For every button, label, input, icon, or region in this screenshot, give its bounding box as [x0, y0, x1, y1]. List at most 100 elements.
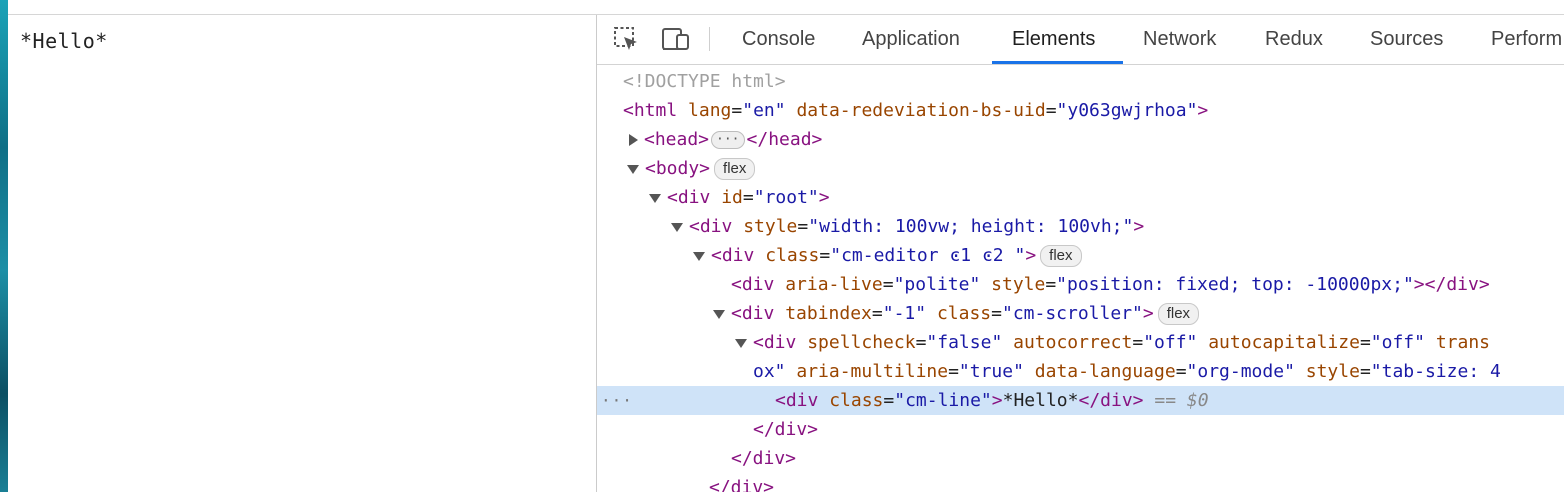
tree-row-style-div[interactable]: <div style="width: 100vw; height: 100vh;…	[597, 212, 1564, 241]
attr-autocapitalize: autocapitalize	[1208, 332, 1360, 353]
attr-aria-live: aria-live	[785, 274, 883, 295]
editor-text[interactable]: *Hello*	[20, 29, 108, 53]
attr-id: id	[721, 187, 743, 208]
attr-id-value: "root"	[753, 187, 819, 208]
attr-class-value: "cm-line"	[894, 390, 992, 411]
tag-close-bracket: >	[1142, 303, 1154, 324]
attr-style-value: "width: 100vw; height: 100vh;"	[808, 216, 1134, 237]
attr-uid-value: "y063gwjrhoa"	[1056, 100, 1198, 121]
attr-style-value: "tab-size: 4	[1370, 361, 1501, 382]
tree-row-close-div[interactable]: </div>	[597, 444, 1564, 473]
attr-data-language-value: "org-mode"	[1186, 361, 1295, 382]
desktop-background-strip	[0, 0, 8, 492]
tree-row-head[interactable]: <head> ··· </head>	[597, 125, 1564, 154]
tab-application[interactable]: Application	[862, 15, 960, 64]
tab-sources[interactable]: Sources	[1370, 15, 1443, 64]
tag-close-bracket: >	[991, 390, 1003, 411]
attr-data-language: data-language	[1034, 361, 1176, 382]
attr-aria-live-value: "polite"	[893, 274, 981, 295]
attr-role-value-tail: ox"	[753, 361, 786, 382]
div-open-tag: <div	[753, 332, 797, 353]
attr-class: class	[829, 390, 884, 411]
tree-row-html[interactable]: <html lang="en" data-redeviation-bs-uid=…	[597, 96, 1564, 125]
collapse-arrow-icon[interactable]	[735, 338, 747, 348]
attr-uid: data-redeviation-bs-uid	[796, 100, 1046, 121]
div-close-tag: </div>	[1424, 274, 1490, 295]
attr-autocapitalize-value: "off"	[1370, 332, 1425, 353]
tree-row-content-div-wrap[interactable]: ox" aria-multiline="true" data-language=…	[597, 357, 1564, 386]
node-actions-icon[interactable]: ···	[601, 386, 633, 415]
div-open-tag: <div	[667, 187, 711, 208]
devtools-tabbar: Console Application Elements Network Red…	[597, 15, 1564, 65]
tree-row-cm-line-selected[interactable]: ··· <div class="cm-line">*Hello*</div> =…	[597, 386, 1564, 415]
collapse-arrow-icon[interactable]	[693, 251, 705, 261]
tree-row-close-div[interactable]: </div>	[597, 415, 1564, 444]
tag-close-bracket: >	[1133, 216, 1145, 237]
attr-aria-multiline-value: "true"	[958, 361, 1024, 382]
tree-row-cm-editor[interactable]: <div class="cm-editor ͼ1 ͼ2 "> flex	[597, 241, 1564, 270]
tag-close-bracket: >	[1413, 274, 1425, 295]
tab-elements[interactable]: Elements	[1012, 15, 1095, 64]
device-toolbar-button[interactable]	[661, 25, 691, 53]
attr-lang-value: "en"	[742, 100, 786, 121]
tree-row-root[interactable]: <div id="root">	[597, 183, 1564, 212]
toolbar-divider	[709, 27, 710, 51]
selected-node-variable: $0	[1186, 390, 1209, 411]
tree-row-body[interactable]: <body> flex	[597, 154, 1564, 183]
attr-tabindex-value: "-1"	[882, 303, 927, 324]
body-tag: <body>	[645, 158, 711, 179]
tab-console[interactable]: Console	[742, 15, 815, 64]
attr-style: style	[743, 216, 798, 237]
collapsed-content-badge[interactable]: ···	[711, 131, 745, 149]
tag-close-bracket: >	[818, 187, 830, 208]
flex-badge[interactable]: flex	[1157, 303, 1200, 325]
collapse-arrow-icon[interactable]	[671, 222, 683, 232]
div-close-tag: </div>	[753, 419, 819, 440]
devtools-panel: Console Application Elements Network Red…	[596, 15, 1564, 492]
attr-aria-multiline: aria-multiline	[796, 361, 949, 382]
div-open-tag: <div	[775, 390, 819, 411]
div-open-tag: <div	[711, 245, 755, 266]
tab-performance[interactable]: Perform	[1491, 15, 1562, 64]
node-text-content: *Hello*	[1002, 390, 1079, 411]
attr-style-value: "position: fixed; top: -10000px;"	[1056, 274, 1414, 295]
attr-tabindex: tabindex	[785, 303, 872, 324]
device-toolbar-icon	[662, 28, 689, 50]
tab-network[interactable]: Network	[1143, 15, 1216, 64]
window-top-edge	[8, 0, 1564, 15]
attr-autocorrect-value: "off"	[1143, 332, 1198, 353]
tree-row-cm-scroller[interactable]: <div tabindex="-1" class="cm-scroller"> f…	[597, 299, 1564, 328]
flex-badge[interactable]: flex	[714, 158, 756, 180]
div-open-tag: <div	[731, 303, 775, 324]
attr-style: style	[1305, 361, 1360, 382]
tag-close-bracket: >	[1197, 100, 1209, 121]
page-viewport[interactable]: *Hello*	[8, 15, 596, 492]
tree-row-aria-live[interactable]: <div aria-live="polite" style="position:…	[597, 270, 1564, 299]
inspect-element-button[interactable]	[611, 25, 641, 53]
tree-row-content-div[interactable]: <div spellcheck="false" autocorrect="off…	[597, 328, 1564, 357]
attr-class: class	[765, 245, 820, 266]
div-open-tag: <div	[689, 216, 733, 237]
div-close-tag: </div>	[731, 448, 797, 469]
div-open-tag: <div	[731, 274, 775, 295]
flex-badge[interactable]: flex	[1040, 245, 1082, 267]
attr-spellcheck: spellcheck	[807, 332, 916, 353]
expand-arrow-icon[interactable]	[629, 134, 638, 146]
tab-redux[interactable]: Redux	[1265, 15, 1323, 64]
elements-tree: <!DOCTYPE html> <html lang="en" data-red…	[597, 65, 1564, 492]
attr-autocorrect: autocorrect	[1013, 332, 1133, 353]
head-close-tag: </head>	[746, 129, 823, 150]
tag-close-bracket: >	[1025, 245, 1037, 266]
collapse-arrow-icon[interactable]	[649, 193, 661, 203]
tree-row-close-div[interactable]: </div>	[597, 473, 1564, 492]
attr-style: style	[991, 274, 1046, 295]
div-close-tag: </div>	[709, 477, 775, 492]
collapse-arrow-icon[interactable]	[713, 309, 725, 319]
attr-class: class	[936, 303, 992, 324]
collapse-arrow-icon[interactable]	[627, 164, 639, 174]
head-open-tag: <head>	[644, 129, 710, 150]
div-close-tag: </div>	[1078, 390, 1144, 411]
html-tag: <html	[623, 100, 678, 121]
active-tab-indicator	[992, 61, 1123, 64]
tree-row-doctype[interactable]: <!DOCTYPE html>	[597, 67, 1564, 96]
